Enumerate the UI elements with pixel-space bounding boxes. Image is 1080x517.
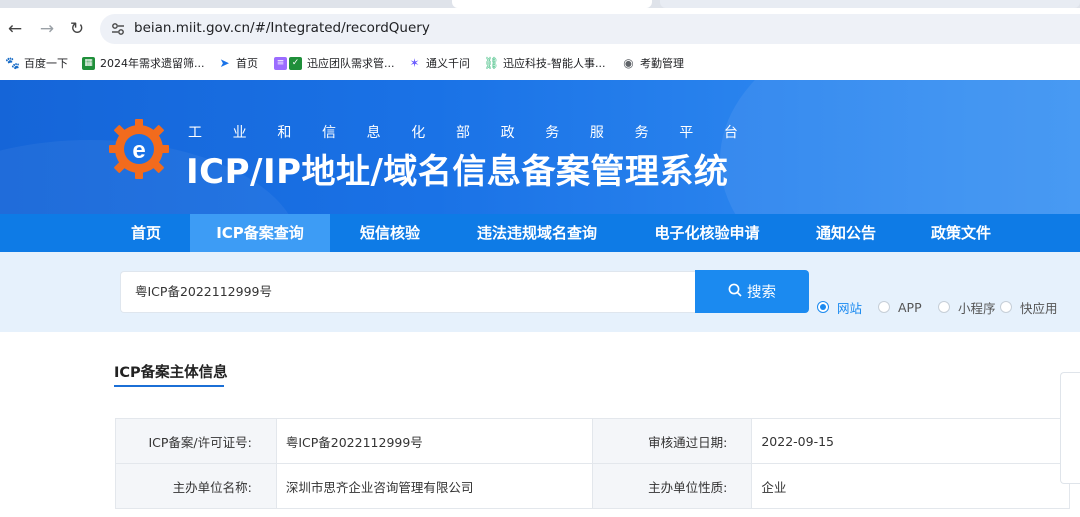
approval-date-value: 2022-09-15 — [751, 418, 1070, 464]
bookmark-label: 考勤管理 — [640, 57, 684, 70]
approval-date-label: 审核通过日期: — [591, 418, 753, 464]
bookmark-label: 百度一下 — [24, 57, 68, 70]
sheet-icon: ▦ — [82, 56, 95, 70]
section-underline — [114, 385, 224, 387]
bookmark-label: 迅应科技-智能人事... — [503, 57, 606, 70]
bookmark-item[interactable]: ⛓ 迅应科技-智能人事... — [483, 54, 606, 72]
icp-license-value: 粤ICP备2022112999号 — [275, 418, 593, 464]
address-bar[interactable]: beian.miit.gov.cn/#/Integrated/recordQue… — [100, 14, 1080, 44]
bookmark-label: 迅应团队需求管... — [307, 57, 395, 70]
main-nav: 首页 ICP备案查询 短信核验 违法违规域名查询 电子化核验申请 通知公告 政策… — [0, 214, 1080, 252]
baidu-paw-icon: 🐾 — [5, 56, 20, 70]
bookmarks-bar: 🐾 百度一下 ▦ 2024年需求遗留筛... ➤ 首页 ≡ ✓ 迅应团队需求管.… — [0, 50, 1080, 76]
nav-item-home[interactable]: 首页 — [106, 214, 186, 252]
list-icon: ≡ — [274, 56, 287, 70]
site-header: e 工 业 和 信 息 化 部 政 务 服 务 平 台 ICP/IP地址/域名信… — [0, 80, 1080, 214]
bookmark-item[interactable]: 🐾 百度一下 — [5, 54, 68, 72]
radio-button[interactable] — [938, 301, 950, 313]
bookmark-item[interactable]: ▦ 2024年需求遗留筛... — [82, 54, 204, 72]
nav-item-sms-verify[interactable]: 短信核验 — [340, 214, 440, 252]
radio-button[interactable] — [1000, 301, 1012, 313]
forward-arrow-icon[interactable]: → — [36, 18, 58, 40]
icp-license-label: ICP备案/许可证号: — [115, 418, 277, 464]
radio-app[interactable]: APP — [878, 298, 922, 316]
site-settings-icon[interactable] — [110, 21, 126, 37]
radio-button[interactable] — [817, 301, 829, 313]
header-decoration — [720, 80, 1080, 214]
nav-item-e-verify-apply[interactable]: 电子化核验申请 — [640, 214, 774, 252]
radio-button[interactable] — [878, 301, 890, 313]
reload-icon[interactable]: ↻ — [66, 18, 88, 40]
nav-item-icp-query[interactable]: ICP备案查询 — [190, 214, 330, 252]
browser-tab-active[interactable] — [452, 0, 652, 8]
radio-website[interactable]: 网站 — [817, 298, 862, 316]
icp-info-table: ICP备案/许可证号: 粤ICP备2022112999号 审核通过日期: 202… — [115, 418, 1070, 509]
nav-item-illegal-domain-query[interactable]: 违法违规域名查询 — [462, 214, 612, 252]
organizer-name-value: 深圳市思齐企业咨询管理有限公司 — [275, 463, 593, 509]
search-type-radios: 网站 APP 小程序 快应用 — [0, 298, 1080, 318]
bookmark-item[interactable]: ◉ 考勤管理 — [622, 54, 684, 72]
organizer-name-label: 主办单位名称: — [115, 463, 277, 509]
browser-tab[interactable] — [660, 0, 1080, 8]
header-subtitle: 工 业 和 信 息 化 部 政 务 服 务 平 台 — [188, 125, 738, 141]
radio-mini-program[interactable]: 小程序 — [938, 298, 996, 316]
bookmark-item[interactable]: ➤ 首页 — [218, 54, 258, 72]
link-icon: ⛓ — [483, 56, 500, 70]
checkbox-icon: ✓ — [289, 56, 302, 70]
bookmark-label: 通义千问 — [426, 57, 470, 70]
tongyi-icon: ✶ — [409, 56, 420, 70]
floating-side-widget[interactable] — [1060, 372, 1080, 484]
globe-icon: ◉ — [623, 56, 634, 70]
nav-item-policy-docs[interactable]: 政策文件 — [916, 214, 1006, 252]
search-area: 粤ICP备2022112999号 搜索 — [0, 252, 1080, 332]
table-row: 主办单位名称: 深圳市思齐企业咨询管理有限公司 主办单位性质: 企业 — [115, 463, 1070, 509]
section-title: ICP备案主体信息 — [114, 365, 228, 381]
cursor-icon: ➤ — [219, 56, 230, 70]
bookmark-label: 首页 — [236, 57, 258, 70]
site-title: ICP/IP地址/域名信息备案管理系统 — [186, 152, 729, 192]
bookmark-item[interactable]: ≡ ✓ 迅应团队需求管... — [274, 54, 395, 72]
bookmark-label: 2024年需求遗留筛... — [100, 57, 205, 70]
organizer-type-label: 主办单位性质: — [591, 463, 753, 509]
radio-quick-app[interactable]: 快应用 — [1000, 298, 1058, 316]
back-arrow-icon[interactable]: ← — [4, 18, 26, 40]
organizer-type-value: 企业 — [751, 463, 1070, 509]
miit-logo-icon: e — [106, 116, 172, 182]
nav-item-notices[interactable]: 通知公告 — [802, 214, 890, 252]
bookmark-item[interactable]: ✶ 通义千问 — [408, 54, 470, 72]
svg-text:e: e — [132, 137, 145, 164]
browser-toolbar: ← → ↻ beian.miit.gov.cn/#/Integrated/rec… — [0, 0, 1080, 80]
url-text[interactable]: beian.miit.gov.cn/#/Integrated/recordQue… — [134, 20, 430, 36]
table-row: ICP备案/许可证号: 粤ICP备2022112999号 审核通过日期: 202… — [115, 418, 1070, 464]
